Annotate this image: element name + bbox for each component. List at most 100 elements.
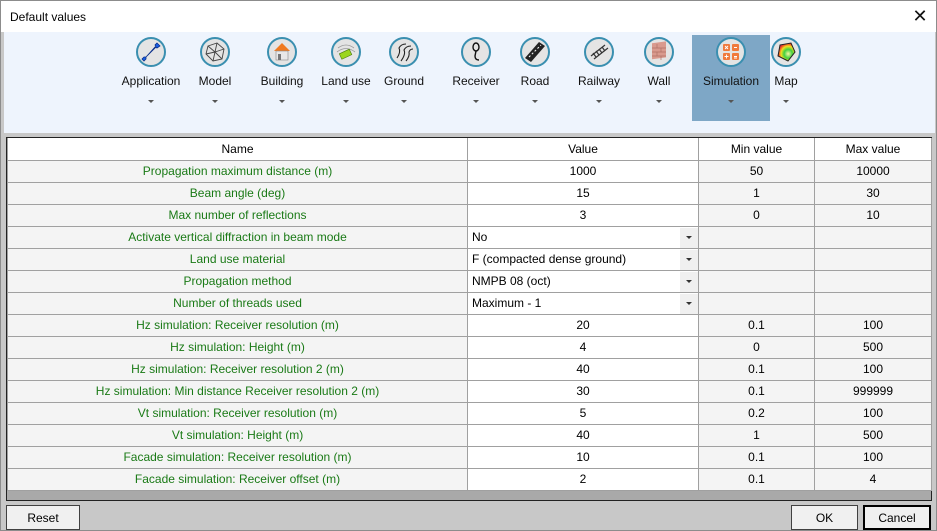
parameter-name: Facade simulation: Receiver resolution (… [7,445,468,469]
min-value-cell: 0.1 [698,445,815,469]
dropdown-arrow-icon[interactable] [532,100,538,103]
min-value-cell [698,269,815,293]
value-cell[interactable]: 10 [467,445,699,469]
wall-icon [644,37,674,67]
ribbon-button-ground[interactable]: Ground [378,35,430,121]
dropdown-arrow-icon[interactable] [148,100,154,103]
dropdown-arrow-icon[interactable] [473,100,479,103]
parameter-name: Facade simulation: Receiver offset (m) [7,467,468,491]
house-icon [267,37,297,67]
value-cell[interactable]: 4 [467,335,699,359]
max-value-cell [814,291,932,315]
value-cell[interactable]: 30 [467,379,699,403]
value-cell[interactable]: 20 [467,313,699,337]
min-value-cell: 1 [698,423,815,447]
table-row[interactable]: Activate vertical diffraction in beam mo… [7,225,932,249]
ribbon-button-label: Land use [321,74,371,88]
parameter-name: Vt simulation: Height (m) [7,423,468,447]
ground-icon [389,37,419,67]
close-icon[interactable]: ✕ [908,4,932,28]
table-row[interactable]: Hz simulation: Receiver resolution 2 (m)… [7,357,932,381]
ribbon-button-label: Road [520,74,550,88]
ribbon-button-application[interactable]: Application [119,35,183,121]
ribbon-button-label: Simulation [702,74,760,88]
table-row[interactable]: Vt simulation: Height (m) 40 1 500 [7,423,932,447]
ribbon-button-road[interactable]: Road [512,35,558,121]
table-row[interactable]: Vt simulation: Receiver resolution (m) 5 0… [7,401,932,425]
parameter-name: Propagation maximum distance (m) [7,159,468,183]
value-dropdown[interactable]: Maximum - 1 [467,291,699,315]
column-header-min[interactable]: Min value [698,138,815,161]
table-row[interactable]: Propagation method NMPB 08 (oct) [7,269,932,293]
ribbon-button-model[interactable]: Model [192,35,238,121]
column-header-value[interactable]: Value [467,138,699,161]
value-cell[interactable]: 40 [467,357,699,381]
ribbon-button-receiver[interactable]: Receiver [445,35,507,121]
ok-button[interactable]: OK [791,505,858,530]
table-row[interactable]: Propagation maximum distance (m) 1000 50 10… [7,159,932,183]
max-value-cell: 100 [814,445,932,469]
table-row[interactable]: Hz simulation: Height (m) 4 0 500 [7,335,932,359]
table-row[interactable]: Beam angle (deg) 15 1 30 [7,181,932,205]
value-dropdown[interactable]: F (compacted dense ground) [467,247,699,271]
table-row[interactable]: Number of threads used Maximum - 1 [7,291,932,315]
max-value-cell: 4 [814,467,932,491]
column-header-max[interactable]: Max value [814,138,932,161]
category-ribbon: Application Model Building Land use Ground Re… [4,32,935,133]
value-cell[interactable]: 5 [467,401,699,425]
ribbon-button-simulation[interactable]: Simulation [692,35,770,121]
value-cell[interactable]: 40 [467,423,699,447]
dropdown-arrow-icon[interactable] [401,100,407,103]
table-row[interactable]: Land use material F (compacted dense grou… [7,247,932,271]
cancel-button[interactable]: Cancel [863,505,931,530]
value-dropdown[interactable]: NMPB 08 (oct) [467,269,699,293]
value-cell[interactable]: 1000 [467,159,699,183]
chevron-down-icon[interactable] [680,227,698,247]
dropdown-arrow-icon[interactable] [656,100,662,103]
table-row[interactable]: Hz simulation: Min distance Receiver res… [7,379,932,403]
ribbon-button-label: Application [121,74,181,88]
parameter-name: Vt simulation: Receiver resolution (m) [7,401,468,425]
value-dropdown[interactable]: No [467,225,699,249]
reset-button[interactable]: Reset [6,505,80,530]
table-row[interactable]: Facade simulation: Receiver resolution (… [7,445,932,469]
mesh-icon [200,37,230,67]
dropdown-arrow-icon[interactable] [596,100,602,103]
parameter-name: Hz simulation: Receiver resolution (m) [7,313,468,337]
value-cell[interactable]: 2 [467,467,699,491]
table-row[interactable]: Hz simulation: Receiver resolution (m) 20… [7,313,932,337]
land-use-icon [331,37,361,67]
max-value-cell: 30 [814,181,932,205]
defaults-grid: Name Value Min value Max value Propagati… [6,137,932,501]
max-value-cell: 500 [814,335,932,359]
table-row[interactable]: Max number of reflections 3 0 10 [7,203,932,227]
max-value-cell: 100 [814,401,932,425]
dropdown-arrow-icon[interactable] [279,100,285,103]
parameter-name: Number of threads used [7,291,468,315]
dropdown-arrow-icon[interactable] [728,100,734,103]
chevron-down-icon[interactable] [680,293,698,313]
value-cell[interactable]: 15 [467,181,699,205]
dropdown-value: Maximum - 1 [472,296,542,310]
dropdown-arrow-icon[interactable] [212,100,218,103]
ribbon-button-railway[interactable]: Railway [572,35,626,121]
value-cell[interactable]: 3 [467,203,699,227]
parameter-name: Propagation method [7,269,468,293]
ribbon-button-map[interactable]: Map [766,35,806,121]
title-bar: Default values ✕ [1,1,936,32]
column-header-name[interactable]: Name [7,138,468,161]
min-value-cell: 0.1 [698,379,815,403]
dropdown-arrow-icon[interactable] [343,100,349,103]
ribbon-button-wall[interactable]: Wall [639,35,679,121]
dropdown-arrow-icon[interactable] [783,100,789,103]
min-value-cell [698,225,815,249]
chevron-down-icon[interactable] [680,249,698,269]
calculator-icon [716,37,746,67]
ribbon-button-building[interactable]: Building [256,35,308,121]
ribbon-button-land-use[interactable]: Land use [318,35,374,121]
ribbon-button-label: Map [774,74,798,88]
chevron-down-icon[interactable] [680,271,698,291]
table-row[interactable]: Facade simulation: Receiver offset (m) 2 0… [7,467,932,491]
ribbon-button-label: Receiver [452,74,500,88]
max-value-cell [814,247,932,271]
